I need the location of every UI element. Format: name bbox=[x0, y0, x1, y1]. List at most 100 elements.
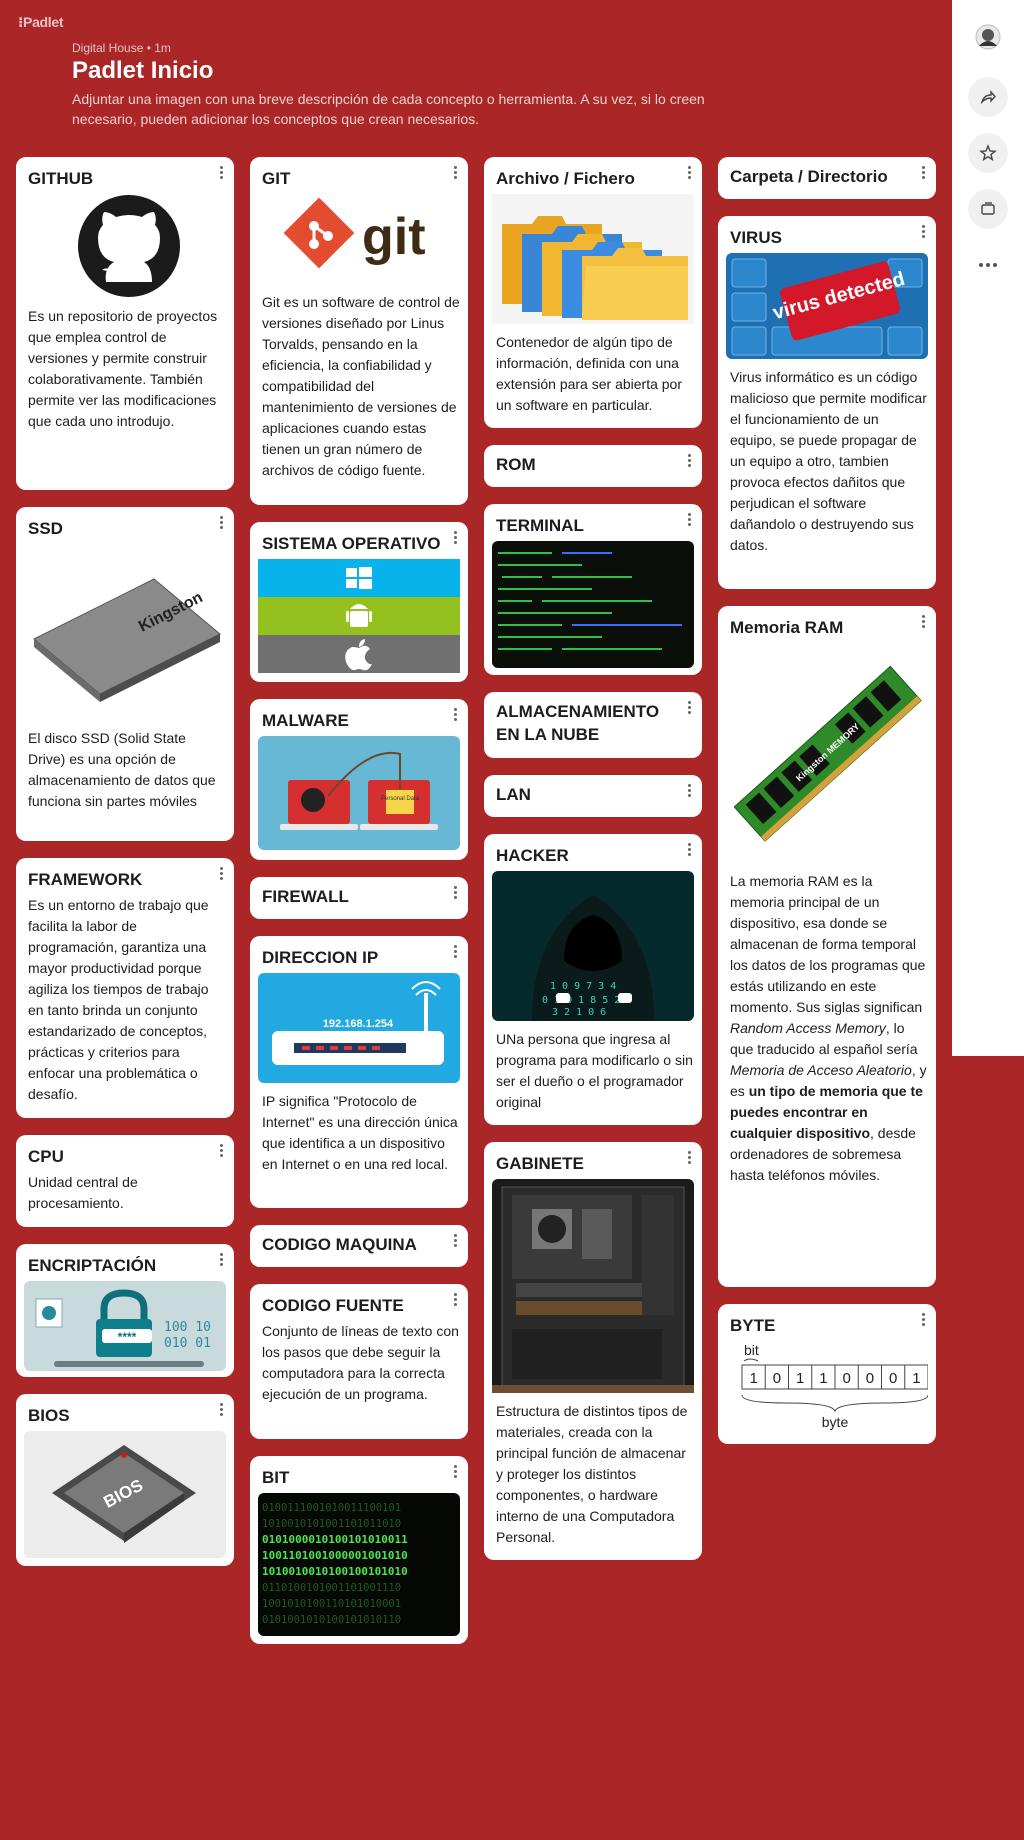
card-firewall[interactable]: FIREWALL bbox=[250, 877, 468, 919]
card-framework[interactable]: FRAMEWORK Es un entorno de trabajo que f… bbox=[16, 858, 234, 1118]
svg-text:010 01: 010 01 bbox=[164, 1336, 211, 1351]
card-virus[interactable]: VIRUS virus detected Virus informático e… bbox=[718, 216, 936, 589]
bit-label: bit bbox=[744, 1342, 759, 1358]
card-menu-icon[interactable] bbox=[449, 945, 461, 961]
card-menu-icon[interactable] bbox=[917, 615, 929, 631]
card-byte[interactable]: BYTE bit 10110001 byte bbox=[718, 1304, 936, 1444]
card-menu-icon[interactable] bbox=[917, 1313, 929, 1329]
bit-cell: 0 bbox=[866, 1370, 874, 1387]
bit-cell: 1 bbox=[796, 1370, 804, 1387]
card-title: CODIGO MAQUINA bbox=[262, 1235, 417, 1254]
share-icon[interactable] bbox=[968, 77, 1008, 117]
card-menu-icon[interactable] bbox=[917, 225, 929, 241]
card-title: ROM bbox=[496, 455, 536, 474]
card-text: UNa persona que ingresa al programa para… bbox=[496, 1031, 693, 1110]
card-menu-icon[interactable] bbox=[683, 784, 695, 800]
logo-text: Padlet bbox=[23, 14, 64, 30]
card-title: GIT bbox=[262, 169, 291, 188]
breadcrumb: Digital House • 1m bbox=[72, 41, 171, 55]
card-title: Archivo / Fichero bbox=[496, 169, 635, 188]
card-menu-icon[interactable] bbox=[449, 886, 461, 902]
bit-cell: 1 bbox=[819, 1370, 827, 1387]
password-mask-text: **** bbox=[118, 1330, 137, 1344]
pc-case-image bbox=[492, 1179, 694, 1393]
card-menu-icon[interactable] bbox=[683, 166, 695, 182]
ram-module-image: Kingston MEMORY bbox=[726, 643, 928, 863]
card-bit[interactable]: BIT 0100111001010011100101 10100101010011… bbox=[250, 1456, 468, 1644]
card-title: BYTE bbox=[730, 1316, 776, 1335]
card-menu-icon[interactable] bbox=[215, 1403, 227, 1419]
card-menu-icon[interactable] bbox=[449, 166, 461, 182]
bit-cell: 0 bbox=[842, 1370, 850, 1387]
card-gabinete[interactable]: GABINETE Estructura de distintos tipos d… bbox=[484, 1142, 702, 1560]
card-sistema-operativo[interactable]: SISTEMA OPERATIVO bbox=[250, 522, 468, 682]
card-direccion-ip[interactable]: DIRECCION IP 192.168.1.254 IP significa … bbox=[250, 936, 468, 1208]
card-menu-icon[interactable] bbox=[683, 843, 695, 859]
card-title: SSD bbox=[28, 519, 63, 538]
svg-text:0100111001010011100101: 0100111001010011100101 bbox=[262, 1502, 401, 1514]
card-menu-icon[interactable] bbox=[449, 708, 461, 724]
byte-label: byte bbox=[822, 1414, 849, 1430]
card-title: ALMACENAMIENTO EN LA NUBE bbox=[496, 702, 660, 744]
card-menu-icon[interactable] bbox=[683, 1151, 695, 1167]
card-ssd[interactable]: SSD Kingston El disco SSD (Solid State D… bbox=[16, 507, 234, 841]
card-menu-icon[interactable] bbox=[449, 1465, 461, 1481]
card-almacenamiento-nube[interactable]: ALMACENAMIENTO EN LA NUBE bbox=[484, 692, 702, 758]
svg-text:0101000010100101010011: 0101000010100101010011 bbox=[262, 1533, 408, 1546]
svg-text:1001101001000001001010: 1001101001000001001010 bbox=[262, 1549, 408, 1562]
card-text: Contenedor de algún tipo de información,… bbox=[496, 334, 682, 413]
card-title: FRAMEWORK bbox=[28, 870, 143, 889]
card-title: GABINETE bbox=[496, 1154, 584, 1173]
card-title: GITHUB bbox=[28, 169, 94, 188]
card-lan[interactable]: LAN bbox=[484, 775, 702, 817]
card-menu-icon[interactable] bbox=[683, 701, 695, 717]
card-codigo-maquina[interactable]: CODIGO MAQUINA bbox=[250, 1225, 468, 1267]
card-rom[interactable]: ROM bbox=[484, 445, 702, 487]
card-encriptacion[interactable]: ENCRIPTACIÓN **** 100 10 010 01 bbox=[16, 1244, 234, 1377]
bit-cell: 0 bbox=[773, 1370, 781, 1387]
padlet-logo[interactable]: ⁝Padlet bbox=[18, 14, 64, 31]
card-menu-icon[interactable] bbox=[215, 1253, 227, 1269]
avatar[interactable] bbox=[968, 17, 1008, 57]
star-icon[interactable] bbox=[968, 133, 1008, 173]
card-archivo[interactable]: Archivo / Fichero Contenedor de algún ti… bbox=[484, 157, 702, 428]
card-github[interactable]: GITHUB Es un repositorio de proyectos qu… bbox=[16, 157, 234, 490]
card-git[interactable]: GIT git Git es un software de control de… bbox=[250, 157, 468, 505]
card-title: FIREWALL bbox=[262, 887, 349, 906]
card-text: Unidad central de procesamiento. bbox=[28, 1174, 138, 1211]
card-menu-icon[interactable] bbox=[215, 166, 227, 182]
card-terminal[interactable]: TERMINAL bbox=[484, 504, 702, 675]
malware-image: Personal Data bbox=[258, 736, 460, 850]
card-title: TERMINAL bbox=[496, 516, 584, 535]
card-menu-icon[interactable] bbox=[215, 1144, 227, 1160]
bios-chip-image: BIOS bbox=[24, 1431, 226, 1558]
card-menu-icon[interactable] bbox=[215, 867, 227, 883]
card-bios[interactable]: BIOS BIOS bbox=[16, 1394, 234, 1566]
card-menu-icon[interactable] bbox=[449, 1234, 461, 1250]
bit-cell: 1 bbox=[912, 1370, 920, 1387]
card-text: Es un repositorio de proyectos que emple… bbox=[28, 308, 218, 429]
svg-text:0110100101001101001110: 0110100101001101001110 bbox=[262, 1582, 401, 1594]
more-icon[interactable] bbox=[968, 245, 1008, 285]
bit-cell: 0 bbox=[889, 1370, 897, 1387]
card-codigo-fuente[interactable]: CODIGO FUENTE Conjunto de líneas de text… bbox=[250, 1284, 468, 1439]
terminal-image bbox=[492, 541, 694, 668]
card-text: Estructura de distintos tipos de materia… bbox=[496, 1403, 688, 1545]
card-text: Conjunto de líneas de texto con los paso… bbox=[262, 1323, 459, 1402]
card-menu-icon[interactable] bbox=[449, 1293, 461, 1309]
svg-text:1010010010100100101010: 1010010010100100101010 bbox=[262, 1565, 408, 1578]
card-title: DIRECCION IP bbox=[262, 948, 379, 967]
card-menu-icon[interactable] bbox=[683, 513, 695, 529]
card-hacker[interactable]: HACKER 1 0 9 7 3 4 0 1 0 1 8 5 23 2 1 0 6… bbox=[484, 834, 702, 1125]
card-malware[interactable]: MALWARE Personal Data bbox=[250, 699, 468, 860]
card-title: Carpeta / Directorio bbox=[730, 167, 888, 186]
card-menu-icon[interactable] bbox=[917, 166, 929, 182]
card-menu-icon[interactable] bbox=[683, 454, 695, 470]
card-menu-icon[interactable] bbox=[215, 516, 227, 532]
remake-icon[interactable] bbox=[968, 189, 1008, 229]
column-4: Carpeta / Directorio VIRUS virus detecte… bbox=[718, 157, 936, 1461]
card-menu-icon[interactable] bbox=[449, 531, 461, 547]
card-memoria-ram[interactable]: Memoria RAM Kingston MEMORY La memoria R… bbox=[718, 606, 936, 1287]
card-carpeta[interactable]: Carpeta / Directorio bbox=[718, 157, 936, 199]
card-cpu[interactable]: CPU Unidad central de procesamiento. bbox=[16, 1135, 234, 1227]
